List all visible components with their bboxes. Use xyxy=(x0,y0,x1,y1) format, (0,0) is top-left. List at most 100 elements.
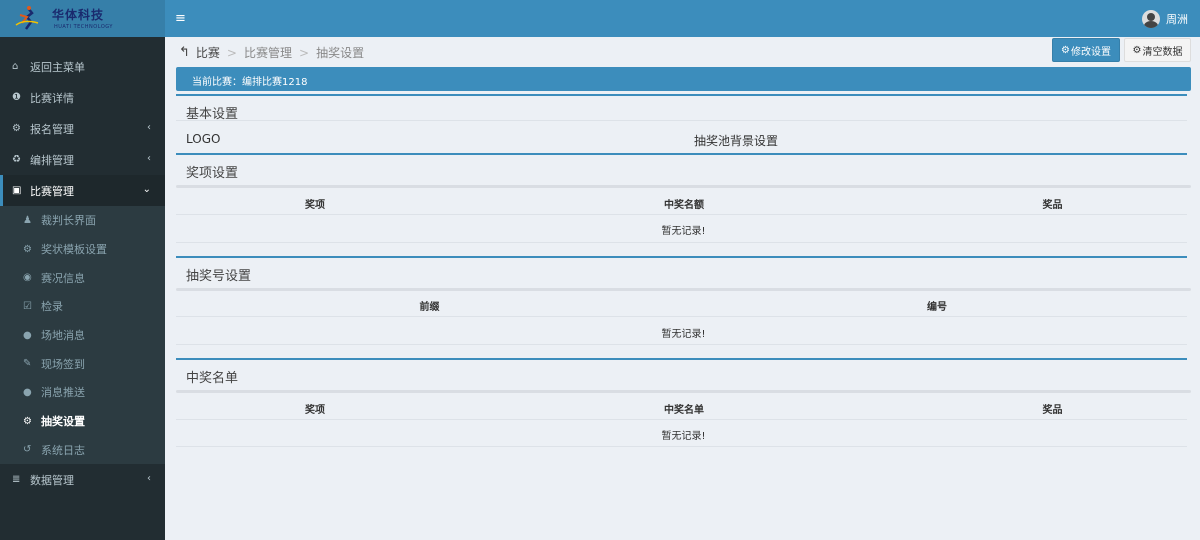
user-name: 周洲 xyxy=(1166,13,1188,26)
submenu-item-referee[interactable]: ♟ 裁判长界面 xyxy=(0,206,165,235)
eye-icon: ◉ xyxy=(23,272,32,284)
sidebar-item-data-management[interactable]: ≣ 数据管理 ‹ xyxy=(0,464,165,495)
winners-empty-message: 暂无记录! xyxy=(661,431,706,442)
gear-icon: ⚙ xyxy=(1132,44,1142,56)
database-icon: ≣ xyxy=(12,474,21,486)
logo-setting-label: LOGO xyxy=(186,132,221,146)
numbers-table-header: 前缀 编号 xyxy=(176,298,1191,313)
submenu-item-system-log[interactable]: ↺ 系统日志 xyxy=(0,436,165,465)
column-header: 中奖名额 xyxy=(664,200,704,211)
edit-settings-label: 修改设置 xyxy=(1070,46,1111,58)
table-header-border xyxy=(176,390,1191,393)
row-divider xyxy=(176,242,1187,243)
table-header-border xyxy=(176,185,1191,188)
submenu-item-label: 系统日志 xyxy=(41,443,85,457)
submenu-item-label: 消息推送 xyxy=(41,386,85,400)
row-divider xyxy=(176,344,1187,345)
submenu-item-venue-messages[interactable]: ● 场地消息 xyxy=(0,321,165,350)
chevron-left-icon: ‹ xyxy=(147,473,151,485)
column-header: 中奖名单 xyxy=(664,405,704,416)
submenu-item-lottery-settings[interactable]: ⚙ 抽奖设置 xyxy=(0,407,165,436)
clear-data-label: 清空数据 xyxy=(1142,46,1183,58)
submenu-item-label: 检录 xyxy=(41,300,63,314)
recycle-icon: ♻ xyxy=(12,154,21,165)
sidebar-item-scheduling[interactable]: ♻ 编排管理 ‹ xyxy=(0,144,165,175)
comments-icon: ● xyxy=(23,329,32,341)
row-divider xyxy=(176,446,1187,447)
sidebar-menu: ⌂ 返回主菜单 ❶ 比赛详情 ⚙ 报名管理 ‹ ♻ 编排管理 ‹ ▣ 比赛管理 … xyxy=(0,51,165,495)
comments-icon: ● xyxy=(23,386,32,398)
breadcrumb-current: 抽奖设置 xyxy=(316,46,365,60)
breadcrumb-separator: > xyxy=(226,45,237,60)
check-icon: ☑ xyxy=(23,300,32,312)
column-header: 编号 xyxy=(927,302,947,313)
breadcrumb-level2[interactable]: 比赛管理 xyxy=(244,44,292,61)
brand-logo[interactable]: 华体科技 HUATI TECHNOLOGY xyxy=(0,0,165,37)
chevron-down-icon: ⌄ xyxy=(142,184,151,195)
clear-data-button[interactable]: ⚙ 清空数据 xyxy=(1124,38,1191,62)
user-menu[interactable]: 周洲 xyxy=(1142,10,1188,28)
sidebar-submenu: ♟ 裁判长界面 ⚙ 奖状模板设置 ◉ 赛况信息 ☑ 检录 ● 场地消息 ✎ 现场… xyxy=(0,206,165,465)
sidebar: 华体科技 HUATI TECHNOLOGY ⌂ 返回主菜单 ❶ 比赛详情 ⚙ 报… xyxy=(0,0,165,540)
section-divider xyxy=(176,153,1187,155)
back-arrow-icon[interactable]: ↰ xyxy=(179,45,190,60)
breadcrumb-separator: > xyxy=(299,45,310,60)
sidebar-item-registration[interactable]: ⚙ 报名管理 ‹ xyxy=(0,113,165,144)
submenu-item-check-in[interactable]: ☑ 检录 xyxy=(0,292,165,321)
sidebar-item-label: 数据管理 xyxy=(30,473,74,487)
gear-icon: ⚙ xyxy=(23,243,32,255)
menu-toggle-icon[interactable]: ≡ xyxy=(175,11,186,26)
cogs-icon: ⚙ xyxy=(12,123,21,134)
submenu-item-onsite-signin[interactable]: ✎ 现场签到 xyxy=(0,349,165,378)
user-icon: ♟ xyxy=(23,214,32,226)
column-header: 奖品 xyxy=(1042,200,1063,211)
runner-logo-icon xyxy=(15,6,39,30)
submenu-item-label: 现场签到 xyxy=(41,357,85,371)
gear-icon: ⚙ xyxy=(23,415,32,427)
info-icon: ❶ xyxy=(12,92,21,103)
brand-name-en: HUATI TECHNOLOGY xyxy=(54,24,113,30)
avatar xyxy=(1142,10,1160,28)
sidebar-item-label: 比赛详情 xyxy=(30,91,74,105)
prizes-empty-message: 暂无记录! xyxy=(661,226,706,237)
section-divider xyxy=(176,94,1187,96)
gear-icon: ⚙ xyxy=(1061,44,1070,56)
section-title-winners: 中奖名单 xyxy=(186,371,239,386)
section-divider xyxy=(176,358,1187,360)
table-header-border xyxy=(176,288,1191,291)
row-divider xyxy=(176,316,1187,317)
history-icon: ↺ xyxy=(23,444,32,456)
submenu-item-certificate-template[interactable]: ⚙ 奖状模板设置 xyxy=(0,235,165,264)
edit-icon: ✎ xyxy=(23,358,32,370)
row-divider xyxy=(176,419,1187,420)
submenu-item-message-push[interactable]: ● 消息推送 xyxy=(0,378,165,407)
sidebar-item-match-details[interactable]: ❶ 比赛详情 xyxy=(0,82,165,113)
square-icon: ▣ xyxy=(12,185,22,196)
sidebar-item-label: 编排管理 xyxy=(30,153,74,167)
section-divider xyxy=(176,256,1187,258)
column-header: 前缀 xyxy=(419,302,440,313)
section-title-prizes: 奖项设置 xyxy=(186,166,239,181)
top-navbar: ≡ 周洲 xyxy=(165,0,1200,37)
submenu-item-label: 裁判长界面 xyxy=(41,214,96,228)
sidebar-item-label: 报名管理 xyxy=(30,122,74,136)
chevron-left-icon: ‹ xyxy=(147,153,151,164)
breadcrumb-back[interactable]: 比赛 xyxy=(196,44,220,61)
submenu-item-label: 赛况信息 xyxy=(41,271,85,285)
sidebar-item-match-management[interactable]: ▣ 比赛管理 ⌄ xyxy=(0,175,165,206)
row-divider xyxy=(176,214,1187,215)
sidebar-item-label: 返回主菜单 xyxy=(30,60,85,74)
section-title-numbers: 抽奖号设置 xyxy=(186,269,252,284)
lottery-background-setting-label: 抽奖池背景设置 xyxy=(694,134,779,148)
edit-settings-button[interactable]: ⚙ 修改设置 xyxy=(1052,38,1120,62)
current-match-text: 当前比赛：编排比赛1218 xyxy=(192,77,308,88)
column-header: 奖项 xyxy=(305,200,325,211)
sidebar-item-label: 比赛管理 xyxy=(30,184,74,198)
column-header: 奖品 xyxy=(1042,405,1063,416)
column-header: 奖项 xyxy=(305,405,325,416)
sidebar-item-main-menu[interactable]: ⌂ 返回主菜单 xyxy=(0,51,165,82)
home-icon: ⌂ xyxy=(12,61,19,72)
submenu-item-match-info[interactable]: ◉ 赛况信息 xyxy=(0,263,165,292)
prizes-table-header: 奖项 中奖名额 奖品 xyxy=(176,196,1191,211)
numbers-empty-message: 暂无记录! xyxy=(661,329,706,340)
